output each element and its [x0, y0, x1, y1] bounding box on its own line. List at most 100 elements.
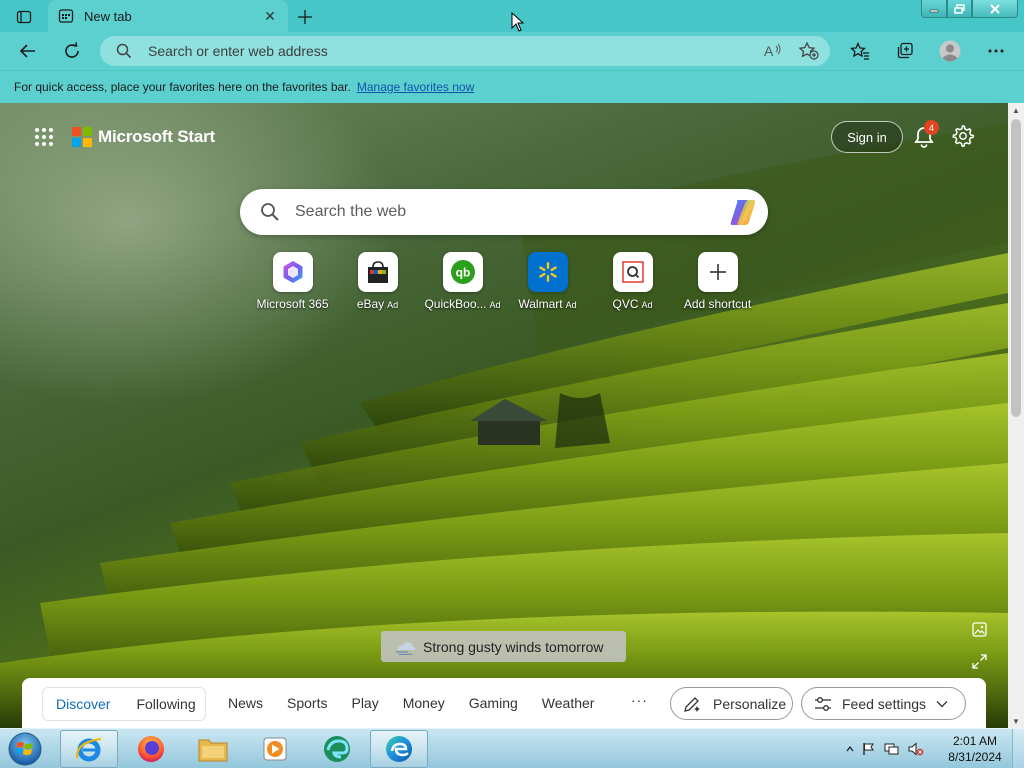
profile-button[interactable] — [935, 36, 965, 66]
scrollbar-thumb[interactable] — [1011, 119, 1021, 417]
system-clock[interactable]: 2:01 AM 8/31/2024 — [940, 733, 1010, 765]
scroll-up-icon[interactable]: ▲ — [1008, 103, 1024, 117]
more-categories-button[interactable]: ··· — [631, 692, 648, 708]
app-launcher-button[interactable] — [34, 127, 54, 147]
scroll-down-icon[interactable]: ▼ — [1008, 714, 1024, 728]
taskbar-internet-explorer[interactable] — [60, 730, 118, 768]
close-window-button[interactable] — [972, 0, 1018, 18]
taskbar-edge-dev[interactable] — [308, 730, 366, 768]
manage-favorites-link[interactable]: Manage favorites now — [357, 80, 474, 94]
feed-category-tabs: News Sports Play Money Gaming Weather — [228, 695, 618, 711]
plus-icon — [298, 10, 312, 24]
feed-settings-button[interactable]: Feed settings — [801, 687, 966, 720]
tab-weather[interactable]: Weather — [542, 695, 595, 711]
minimize-button[interactable] — [921, 0, 947, 18]
settings-gear-icon[interactable] — [952, 125, 974, 147]
tab-following[interactable]: Following — [123, 696, 208, 712]
ad-label: Ad — [489, 300, 501, 310]
refresh-button[interactable] — [57, 36, 87, 66]
internet-explorer-icon — [75, 738, 102, 762]
add-to-favorites-icon[interactable] — [798, 41, 820, 61]
network-icon[interactable] — [884, 742, 900, 756]
show-desktop-button[interactable] — [1012, 729, 1024, 768]
tab-actions-button[interactable] — [10, 6, 38, 28]
refresh-icon — [65, 42, 79, 58]
windows-start-icon — [8, 732, 42, 766]
background-info-icon[interactable] — [972, 622, 987, 637]
brand-name: Microsoft Start — [98, 127, 215, 146]
windy-weather-icon — [396, 641, 416, 655]
minimize-icon — [929, 9, 939, 12]
shortcut-list: Microsoft 365 eBayAd qb QuickBoo...Ad — [250, 252, 760, 311]
sign-in-button[interactable]: Sign in — [831, 121, 903, 153]
show-hidden-icons-icon[interactable] — [846, 746, 854, 752]
add-shortcut-button[interactable]: Add shortcut — [675, 252, 760, 311]
taskbar-file-explorer[interactable] — [184, 730, 242, 768]
file-explorer-icon — [198, 739, 228, 762]
close-icon — [990, 3, 1000, 14]
expand-icon[interactable] — [972, 654, 987, 669]
window-controls — [921, 0, 1018, 18]
tab-news[interactable]: News — [228, 695, 263, 711]
tab-gaming[interactable]: Gaming — [469, 695, 518, 711]
taskbar-media-player[interactable] — [246, 730, 304, 768]
shortcut-label: QVC — [612, 297, 639, 311]
feed-navigation-bar: Discover Following News Sports Play Mone… — [22, 678, 986, 728]
favorites-bar: For quick access, place your favorites h… — [0, 70, 1024, 103]
mouse-cursor-icon — [511, 12, 525, 32]
browser-toolbar: A — [0, 32, 1024, 70]
tab-money[interactable]: Money — [403, 695, 445, 711]
close-tab-icon[interactable]: ✕ — [262, 8, 278, 24]
walmart-icon — [538, 262, 557, 282]
taskbar-firefox[interactable] — [122, 730, 180, 768]
tab-title: New tab — [84, 8, 132, 24]
quickbooks-icon: qb — [450, 260, 475, 284]
shortcut-ebay[interactable]: eBay Ad — [335, 252, 420, 311]
personalize-pen-icon — [684, 696, 700, 712]
read-aloud-icon[interactable]: A — [764, 42, 782, 60]
qvc-icon — [621, 261, 644, 283]
action-center-flag-icon[interactable] — [862, 742, 876, 756]
tab-sports[interactable]: Sports — [287, 695, 327, 711]
collections-icon — [897, 42, 913, 59]
web-search-box[interactable]: Search the web — [240, 189, 768, 235]
edge-dev-icon — [324, 736, 350, 762]
tab-discover[interactable]: Discover — [43, 696, 123, 712]
new-tab-button[interactable] — [294, 6, 316, 28]
shortcut-label: eBay — [356, 297, 385, 311]
address-input[interactable] — [148, 41, 708, 61]
taskbar-edge[interactable] — [370, 730, 428, 768]
volume-muted-icon[interactable] — [908, 742, 924, 756]
page-scrollbar[interactable]: ▲ ▼ — [1008, 103, 1024, 728]
settings-and-more-button[interactable] — [981, 36, 1011, 66]
svg-text:qb: qb — [455, 266, 470, 280]
microsoft-365-icon — [283, 261, 302, 283]
ad-label: Ad — [387, 300, 399, 310]
ad-label: Ad — [641, 300, 653, 310]
shortcut-microsoft-365[interactable]: Microsoft 365 — [250, 252, 335, 311]
ad-label: Ad — [565, 300, 577, 310]
tab-actions-icon — [16, 10, 32, 24]
weather-alert-pill[interactable]: Strong gusty winds tomorrow — [381, 631, 626, 662]
microsoft-start-logo[interactable]: Microsoft Start — [72, 127, 215, 147]
copilot-icon[interactable] — [728, 198, 758, 226]
shortcut-qvc[interactable]: QVC Ad — [590, 252, 675, 311]
favorites-button[interactable] — [845, 36, 875, 66]
tab-play[interactable]: Play — [351, 695, 378, 711]
collections-button[interactable] — [890, 36, 920, 66]
favorites-icon — [850, 42, 869, 60]
shortcut-walmart[interactable]: Walmart Ad — [505, 252, 590, 311]
title-bar: New tab ✕ — [0, 0, 1024, 32]
restore-button[interactable] — [947, 0, 972, 18]
favorites-bar-message: For quick access, place your favorites h… — [14, 80, 351, 94]
app-grid-icon — [35, 128, 53, 146]
tab-new-tab[interactable]: New tab ✕ — [48, 0, 288, 32]
start-button[interactable] — [4, 731, 46, 767]
shortcut-quickbooks[interactable]: qb QuickBoo... Ad — [420, 252, 505, 311]
personalize-button[interactable]: Personalize — [670, 687, 793, 720]
back-button[interactable] — [13, 36, 43, 66]
address-bar[interactable]: A — [100, 36, 830, 66]
media-player-icon — [263, 737, 287, 761]
chevron-down-icon — [936, 700, 948, 707]
weather-text: Strong gusty winds tomorrow — [423, 638, 604, 655]
